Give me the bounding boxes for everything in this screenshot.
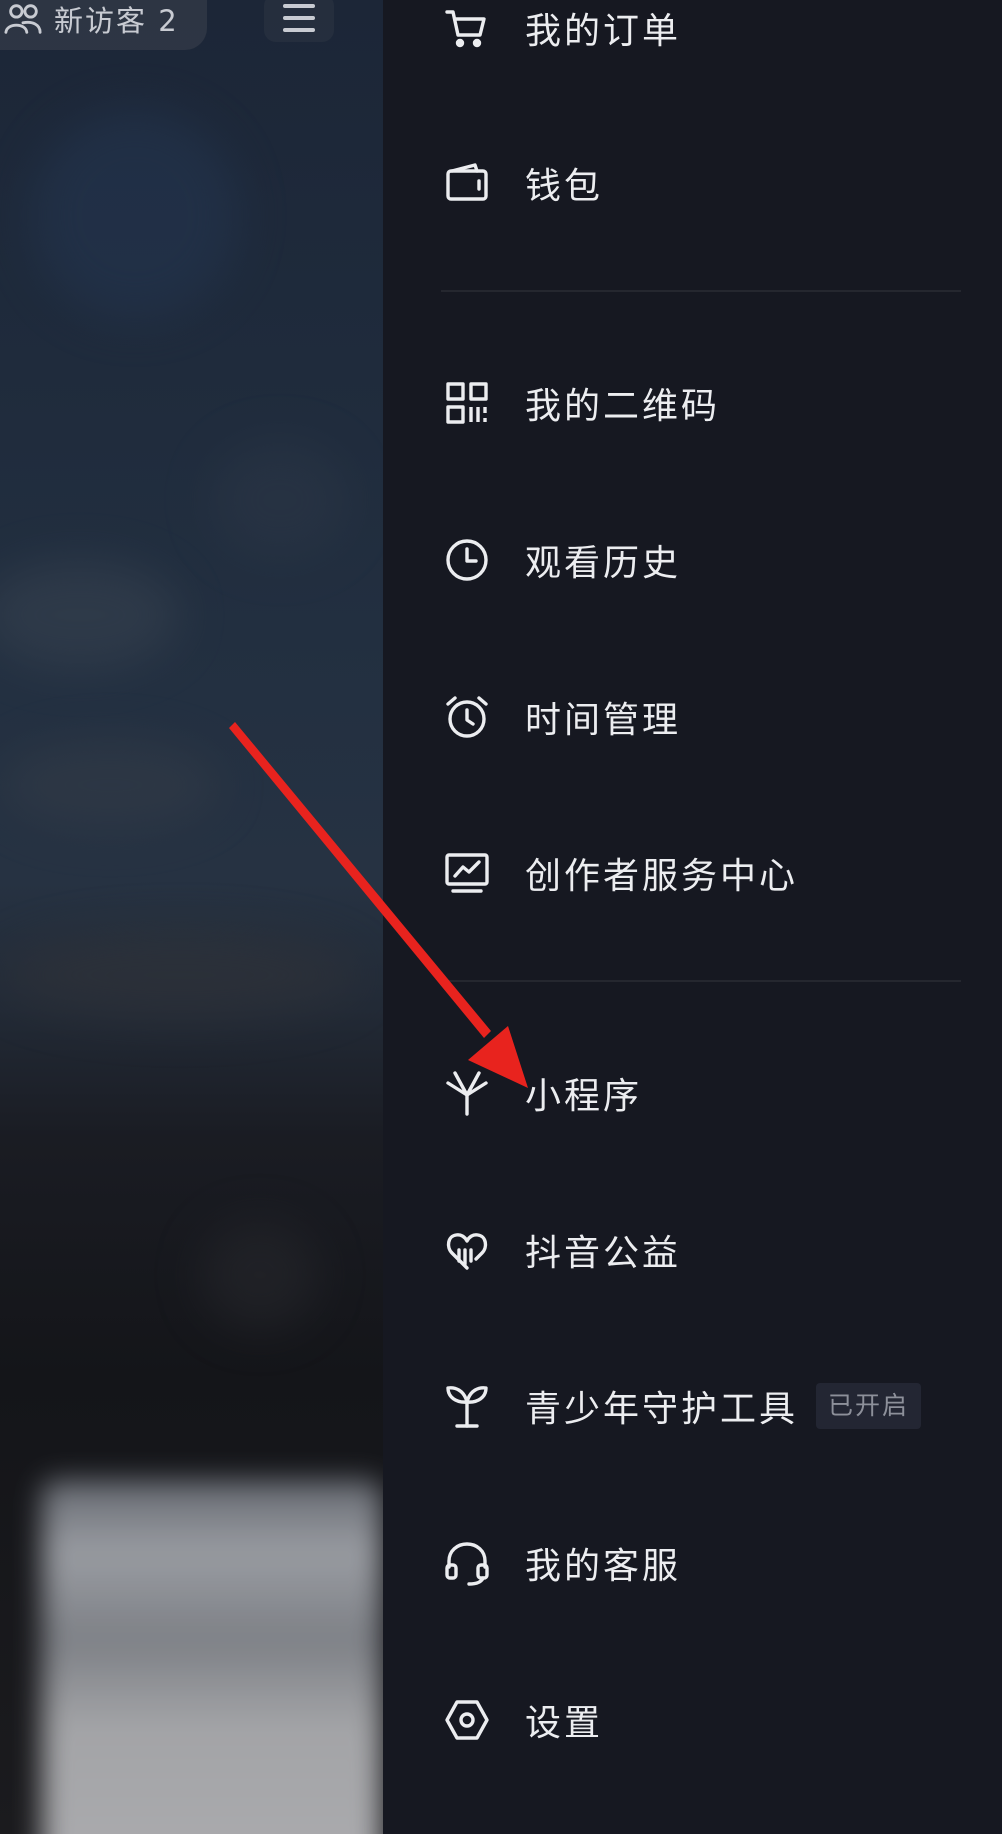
visitors-icon: [4, 0, 42, 38]
menu-item-label: 抖音公益: [525, 1233, 682, 1274]
blurred-shape: [0, 740, 220, 830]
blurred-shape: [200, 1220, 320, 1330]
menu-item-orders[interactable]: 我的订单: [383, 0, 1002, 83]
charity-heart-icon: [443, 1226, 491, 1274]
settings-hexagon-icon: [443, 1696, 491, 1744]
menu-item-mini-programs[interactable]: 小程序: [383, 1038, 1002, 1148]
hamburger-icon: [279, 0, 319, 36]
menu-item-wallet[interactable]: 钱包: [383, 128, 1002, 238]
menu-item-label: 观看历史: [525, 543, 682, 584]
section-divider: [441, 290, 961, 292]
menu-item-watch-history[interactable]: 观看历史: [383, 505, 1002, 615]
blurred-shape: [30, 110, 240, 320]
wallet-icon: [443, 159, 491, 207]
menu-item-label: 时间管理: [525, 700, 682, 741]
menu-item-label: 青少年守护工具: [525, 1389, 799, 1430]
alarm-icon: [443, 693, 491, 741]
menu-button[interactable]: [264, 0, 334, 42]
mini-program-icon: [443, 1069, 491, 1117]
blurred-thumbnail: [42, 1480, 382, 1834]
menu-item-time-management[interactable]: 时间管理: [383, 662, 1002, 772]
menu-item-label: 钱包: [525, 166, 604, 207]
sprout-icon: [443, 1382, 491, 1430]
blurred-shape: [0, 930, 360, 1020]
blurred-shape: [210, 440, 350, 560]
menu-item-douyin-charity[interactable]: 抖音公益: [383, 1195, 1002, 1305]
side-drawer-menu: 我的订单 钱包 我的二维码 观看历史 时间管理 创作者服务中心 小程序 抖音公益…: [383, 0, 1002, 1834]
status-badge: 已开启: [816, 1383, 922, 1429]
new-visitors-label: 新访客 2: [54, 4, 179, 38]
blurred-background-page[interactable]: 新访客 2: [0, 0, 383, 1834]
menu-item-label: 小程序: [525, 1076, 643, 1117]
menu-item-label: 我的二维码: [525, 386, 721, 427]
screen: 新访客 2 我的订单 钱包 我的二维码 观看历史 时间管理 创作者服务中心 小程…: [0, 0, 1002, 1834]
qrcode-icon: [443, 379, 491, 427]
menu-item-creator-center[interactable]: 创作者服务中心: [383, 818, 1002, 928]
menu-item-label: 我的客服: [525, 1546, 682, 1587]
menu-item-teen-protection[interactable]: 青少年守护工具 已开启: [383, 1351, 1002, 1461]
section-divider: [441, 980, 961, 982]
headset-icon: [443, 1539, 491, 1587]
blurred-shape: [0, 560, 180, 670]
menu-item-customer-service[interactable]: 我的客服: [383, 1508, 1002, 1618]
menu-item-qr-code[interactable]: 我的二维码: [383, 348, 1002, 458]
menu-item-label: 我的订单: [525, 11, 682, 52]
cart-icon: [443, 4, 491, 52]
menu-item-label: 创作者服务中心: [525, 856, 799, 897]
new-visitors-button[interactable]: 新访客 2: [0, 0, 207, 50]
creator-chart-icon: [443, 849, 491, 897]
menu-item-label: 设置: [525, 1703, 604, 1744]
clock-icon: [443, 536, 491, 584]
menu-item-settings[interactable]: 设置: [383, 1665, 1002, 1775]
